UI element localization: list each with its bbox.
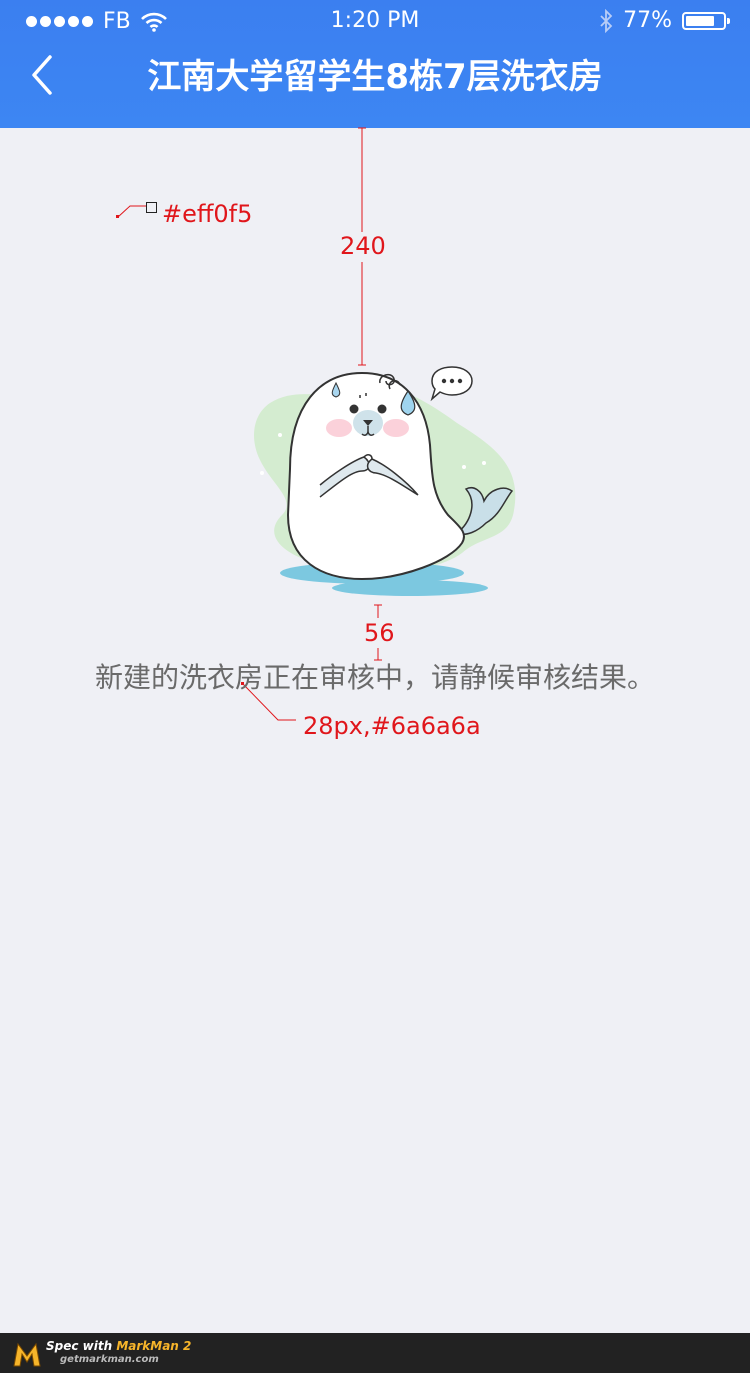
markman-footer: Spec with MarkMan 2 getmarkman.com	[0, 1333, 750, 1373]
seal-illustration	[254, 366, 516, 596]
spacing-gap-annotation: 56	[364, 619, 395, 647]
review-status-message: 新建的洗衣房正在审核中，请静候审核结果。	[94, 661, 655, 694]
markman-logo-icon	[13, 1342, 41, 1367]
site-label: getmarkman.com	[60, 1354, 159, 1365]
text-spec-annotation: 28px,#6a6a6a	[303, 712, 481, 740]
spacing-top-annotation: 240	[340, 232, 386, 260]
color-swatch	[146, 202, 157, 213]
spec-label: Spec with MarkMan 2	[46, 1339, 192, 1353]
bg-color-annotation: #eff0f5	[162, 200, 253, 228]
